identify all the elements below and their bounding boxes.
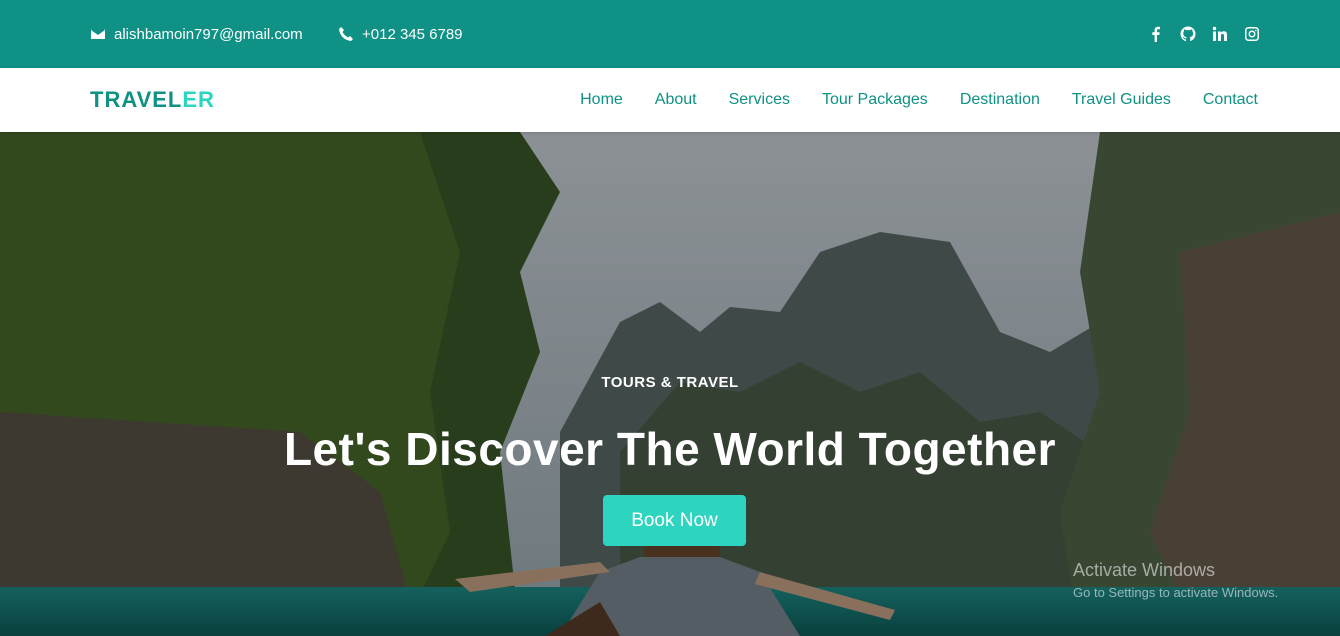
brand-part-2: ER xyxy=(182,87,215,112)
linkedin-icon[interactable] xyxy=(1212,26,1228,42)
hero-headline: Let's Discover The World Together xyxy=(283,423,1057,475)
nav-destination[interactable]: Destination xyxy=(960,91,1040,109)
github-icon[interactable] xyxy=(1180,26,1196,42)
main-navbar: TRAVEL ER Home About Services Tour Packag… xyxy=(0,68,1340,132)
nav-services[interactable]: Services xyxy=(729,91,790,109)
phone-icon xyxy=(339,27,353,41)
windows-activation-watermark: Activate Windows Go to Settings to activ… xyxy=(1073,560,1278,600)
phone-contact[interactable]: +012 345 6789 xyxy=(338,0,463,68)
social-links xyxy=(1148,0,1260,68)
facebook-icon[interactable] xyxy=(1148,26,1164,42)
envelope-icon xyxy=(91,28,105,39)
nav-links: Home About Services Tour Packages Destin… xyxy=(580,68,1258,132)
nav-travel-guides[interactable]: Travel Guides xyxy=(1072,91,1171,109)
instagram-icon[interactable] xyxy=(1244,26,1260,42)
email-text: alishbamoin797@gmail.com xyxy=(114,25,303,43)
nav-tour-packages[interactable]: Tour Packages xyxy=(822,91,928,109)
book-now-button[interactable]: Book Now xyxy=(603,495,746,546)
brand-part-1: TRAVEL xyxy=(90,87,183,112)
watermark-subtitle: Go to Settings to activate Windows. xyxy=(1073,585,1279,600)
hero-eyebrow: TOURS & TRAVEL xyxy=(601,374,739,391)
nav-about[interactable]: About xyxy=(655,91,697,109)
phone-text: +012 345 6789 xyxy=(362,25,463,43)
email-contact[interactable]: alishbamoin797@gmail.com xyxy=(90,0,303,68)
nav-contact[interactable]: Contact xyxy=(1203,91,1258,109)
watermark-title: Activate Windows xyxy=(1073,560,1216,580)
nav-home[interactable]: Home xyxy=(580,91,623,109)
brand-logo[interactable]: TRAVEL ER xyxy=(90,68,215,132)
hero-section: TOURS & TRAVEL Let's Discover The World … xyxy=(0,132,1340,636)
top-bar: alishbamoin797@gmail.com +012 345 6789 xyxy=(0,0,1340,68)
